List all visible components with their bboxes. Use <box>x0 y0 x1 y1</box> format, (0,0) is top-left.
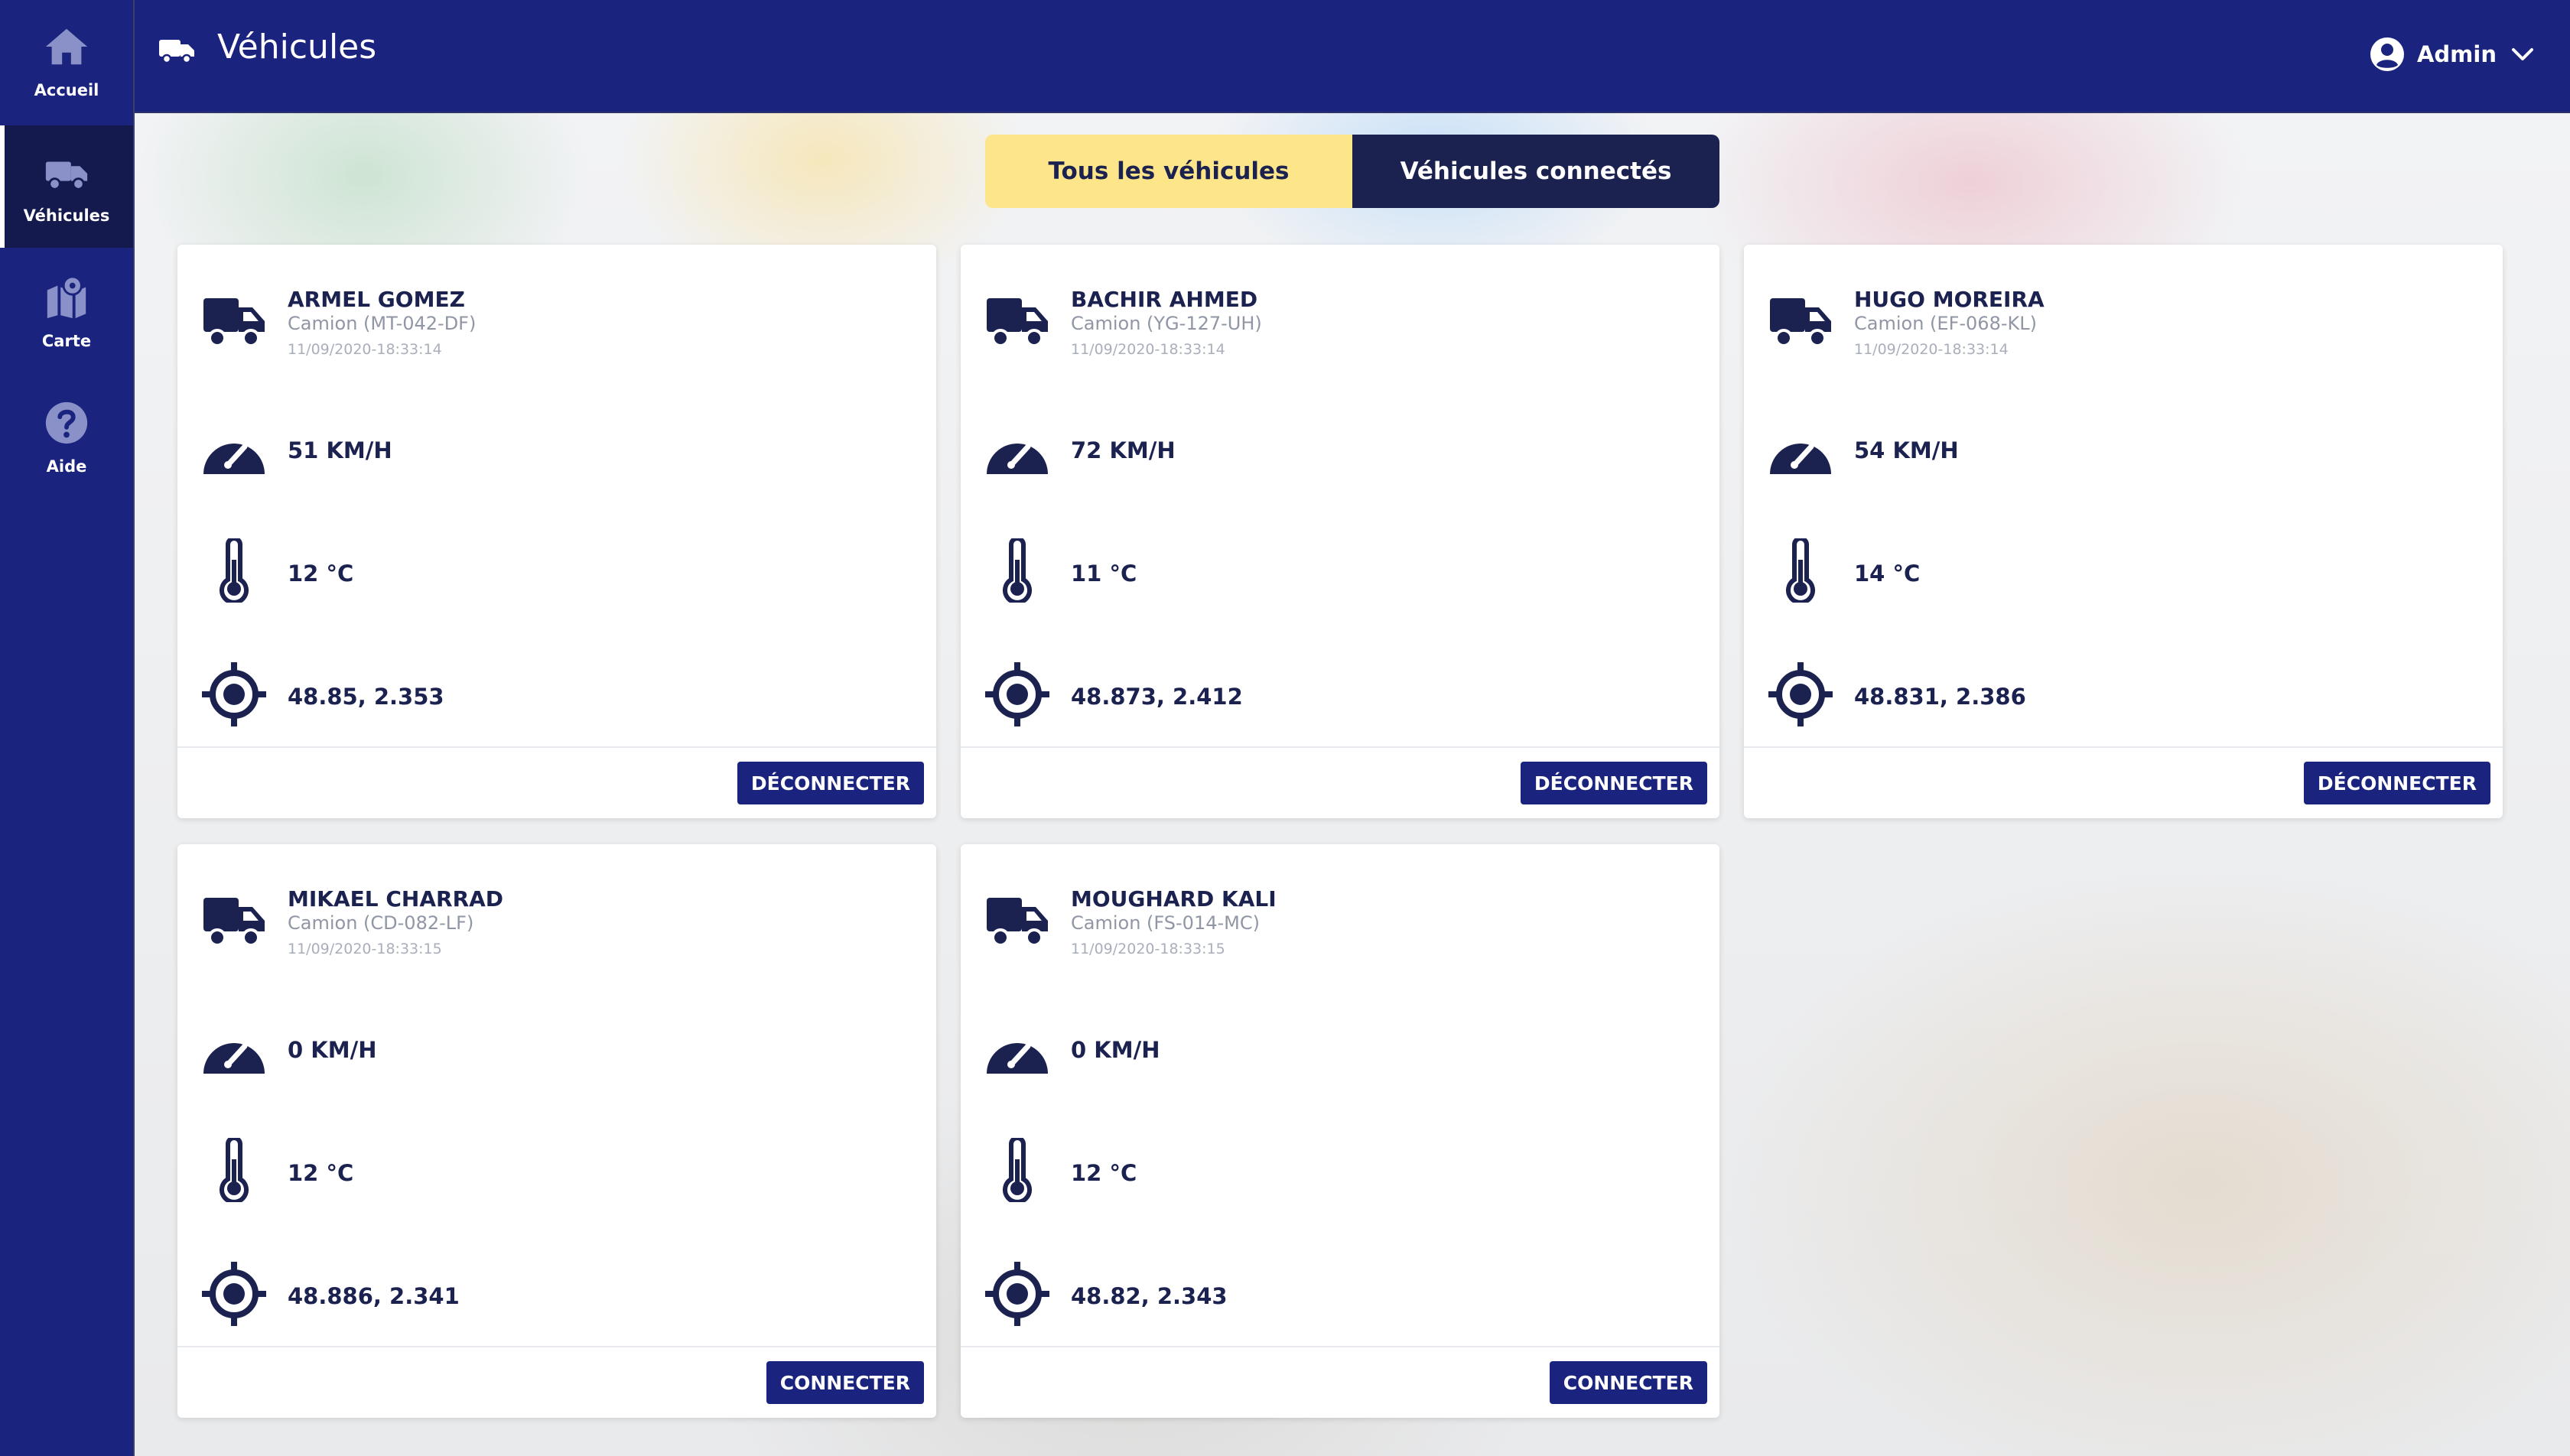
sidebar-item-label: Carte <box>41 332 92 350</box>
temperature-value: 14 °C <box>1854 561 1921 587</box>
sidebar-item-carte[interactable]: Carte <box>0 251 133 373</box>
driver-name: MIKAEL CHARRAD <box>288 886 504 912</box>
top-bar: Véhicules Admin <box>135 0 2570 113</box>
speed-value: 72 KM/H <box>1071 437 1176 463</box>
temperature-value: 12 °C <box>1071 1160 1137 1186</box>
last-update-timestamp: 11/09/2020-18:33:14 <box>288 341 442 358</box>
position-value: 48.831, 2.386 <box>1854 684 2026 710</box>
sidebar-item-aide[interactable]: Aide <box>0 376 133 499</box>
truck-icon <box>159 40 194 64</box>
last-update-timestamp: 11/09/2020-18:33:15 <box>1071 941 1225 957</box>
card-divider <box>177 746 936 748</box>
driver-name: BACHIR AHMED <box>1071 287 1258 312</box>
map-pin-icon <box>47 275 86 319</box>
vehicle-card: MIKAEL CHARRAD Camion (CD-082-LF) 11/09/… <box>177 844 936 1418</box>
speedometer-icon <box>1770 444 1831 474</box>
truck-icon <box>203 898 265 947</box>
page-title: Véhicules <box>217 28 377 67</box>
card-divider <box>177 1346 936 1347</box>
location-crosshair-icon <box>985 1262 1049 1326</box>
vehicle-card: HUGO MOREIRA Camion (EF-068-KL) 11/09/20… <box>1744 245 2503 818</box>
disconnect-button[interactable]: DÉCONNECTER <box>737 762 924 804</box>
location-crosshair-icon <box>1768 662 1833 726</box>
vehicle-card: BACHIR AHMED Camion (YG-127-UH) 11/09/20… <box>961 245 1719 818</box>
user-name: Admin <box>2416 41 2497 67</box>
truck-icon <box>987 898 1048 947</box>
truck-icon <box>45 161 88 190</box>
thermometer-icon <box>1003 538 1032 603</box>
speed-value: 0 KM/H <box>1071 1037 1160 1063</box>
speedometer-icon <box>203 444 265 474</box>
speed-value: 54 KM/H <box>1854 437 1959 463</box>
vehicle-plate: Camion (MT-042-DF) <box>288 313 477 334</box>
thermometer-icon <box>1786 538 1815 603</box>
sidebar-item-label: Véhicules <box>23 206 110 225</box>
vehicle-card: MOUGHARD KALI Camion (FS-014-MC) 11/09/2… <box>961 844 1719 1418</box>
driver-name: HUGO MOREIRA <box>1854 287 2045 312</box>
location-crosshair-icon <box>985 662 1049 726</box>
driver-name: ARMEL GOMEZ <box>288 287 465 312</box>
position-value: 48.82, 2.343 <box>1071 1283 1228 1309</box>
vehicle-card: ARMEL GOMEZ Camion (MT-042-DF) 11/09/202… <box>177 245 936 818</box>
sidebar-item-label: Aide <box>46 457 87 476</box>
vehicle-plate: Camion (YG-127-UH) <box>1071 313 1262 334</box>
speed-value: 51 KM/H <box>288 437 392 463</box>
position-value: 48.886, 2.341 <box>288 1283 460 1309</box>
temperature-value: 11 °C <box>1071 561 1137 587</box>
last-update-timestamp: 11/09/2020-18:33:14 <box>1854 341 2009 358</box>
location-crosshair-icon <box>202 1262 266 1326</box>
speedometer-icon <box>987 1043 1048 1074</box>
vehicle-plate: Camion (FS-014-MC) <box>1071 912 1260 934</box>
thermometer-icon <box>220 538 249 603</box>
position-value: 48.873, 2.412 <box>1071 684 1243 710</box>
location-crosshair-icon <box>202 662 266 726</box>
user-circle-icon <box>2370 37 2404 71</box>
speedometer-icon <box>203 1043 265 1074</box>
sidebar: Accueil Véhicules Carte Aide <box>0 0 135 1456</box>
sidebar-item-vehicules[interactable]: Véhicules <box>0 125 133 248</box>
tab-all-vehicles[interactable]: Tous les véhicules <box>985 135 1352 208</box>
temperature-value: 12 °C <box>288 561 354 587</box>
home-icon <box>45 28 88 65</box>
truck-icon <box>203 298 265 347</box>
sidebar-item-accueil[interactable]: Accueil <box>0 0 133 122</box>
vehicle-filter-tabs: Tous les véhicules Véhicules connectés <box>985 135 1719 208</box>
thermometer-icon <box>1003 1138 1032 1202</box>
driver-name: MOUGHARD KALI <box>1071 886 1277 912</box>
card-divider <box>961 746 1719 748</box>
card-divider <box>961 1346 1719 1347</box>
last-update-timestamp: 11/09/2020-18:33:14 <box>1071 341 1225 358</box>
question-circle-icon <box>45 401 88 444</box>
truck-icon <box>987 298 1048 347</box>
last-update-timestamp: 11/09/2020-18:33:15 <box>288 941 442 957</box>
truck-icon <box>1770 298 1831 347</box>
temperature-value: 12 °C <box>288 1160 354 1186</box>
speed-value: 0 KM/H <box>288 1037 377 1063</box>
connect-button[interactable]: CONNECTER <box>766 1361 924 1404</box>
position-value: 48.85, 2.353 <box>288 684 444 710</box>
tab-connected-vehicles[interactable]: Véhicules connectés <box>1352 135 1719 208</box>
thermometer-icon <box>220 1138 249 1202</box>
user-menu[interactable]: Admin <box>2370 37 2535 72</box>
disconnect-button[interactable]: DÉCONNECTER <box>1520 762 1707 804</box>
card-divider <box>1744 746 2503 748</box>
chevron-down-icon <box>2512 48 2533 60</box>
vehicle-plate: Camion (CD-082-LF) <box>288 912 474 934</box>
vehicle-plate: Camion (EF-068-KL) <box>1854 313 2037 334</box>
sidebar-item-label: Accueil <box>34 81 99 99</box>
speedometer-icon <box>987 444 1048 474</box>
disconnect-button[interactable]: DÉCONNECTER <box>2303 762 2490 804</box>
connect-button[interactable]: CONNECTER <box>1549 1361 1707 1404</box>
